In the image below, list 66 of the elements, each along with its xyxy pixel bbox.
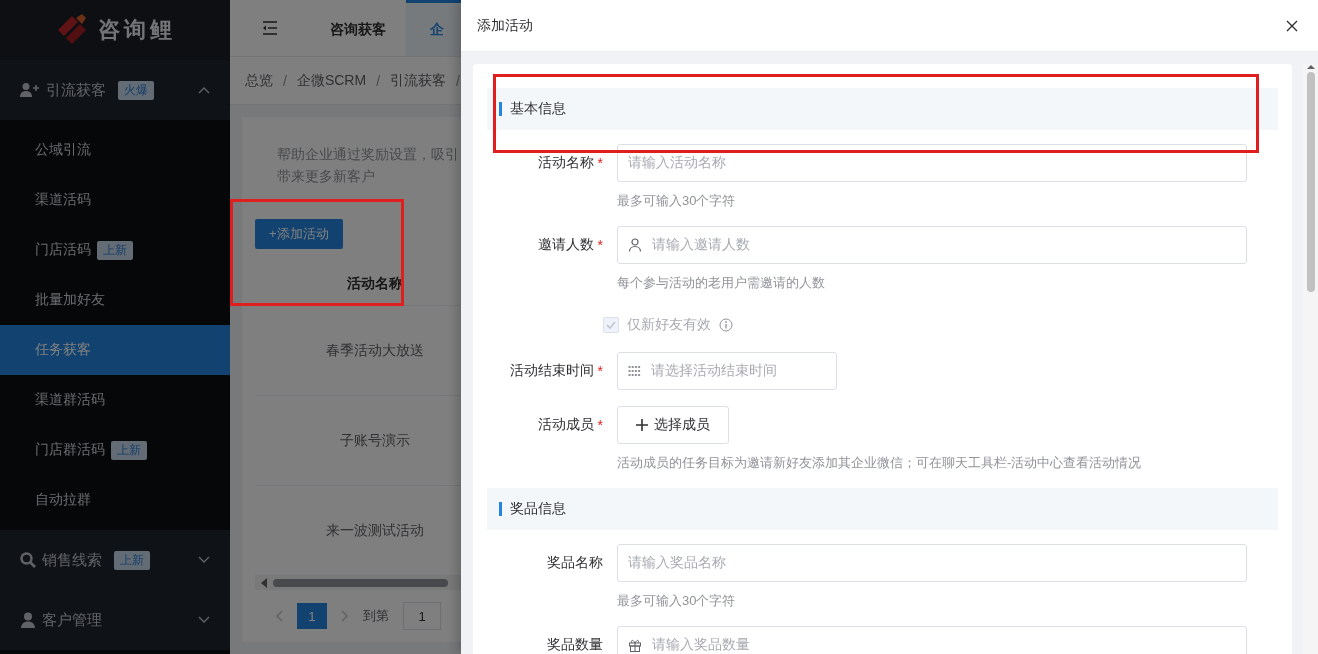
- logo-text: 咨询鲤: [98, 16, 176, 44]
- scrollbar[interactable]: [1303, 64, 1318, 654]
- field-label: 奖品数量: [547, 636, 603, 654]
- chevron-icon: [198, 616, 210, 624]
- scroll-left-icon[interactable]: [261, 578, 267, 588]
- field-label: 活动名称: [537, 154, 594, 172]
- add-activity-button[interactable]: +添加活动: [255, 219, 343, 249]
- calendar-icon: [628, 365, 641, 377]
- sidebar-item[interactable]: 公域引流: [0, 125, 230, 175]
- required-mark: *: [597, 155, 603, 171]
- input-field[interactable]: 请输入奖品名称: [617, 544, 1247, 582]
- sidebar-group[interactable]: 客户管理: [0, 590, 230, 650]
- section-header: 基本信息: [487, 88, 1278, 130]
- previous-icon[interactable]: [275, 610, 283, 622]
- user-icon: [628, 238, 642, 252]
- select-members-button[interactable]: 选择成员: [617, 406, 729, 444]
- sidebar-group[interactable]: 引流获客 火爆: [0, 60, 230, 120]
- section-header: 奖品信息: [487, 488, 1278, 530]
- menu-icon[interactable]: [262, 21, 278, 36]
- breadcrumb-item[interactable]: 企微SCRM: [296, 71, 367, 90]
- breadcrumb-separator: /: [283, 72, 287, 89]
- breadcrumb-item[interactable]: 引流获客: [390, 71, 446, 90]
- sidebar-item[interactable]: 批量加好友: [0, 275, 230, 325]
- field-label: 活动结束时间: [509, 362, 594, 380]
- checkbox-label: 仅新好友有效: [627, 316, 711, 334]
- plus-icon: [636, 419, 648, 431]
- badge: 火爆: [118, 80, 154, 100]
- page-button[interactable]: 1: [297, 603, 327, 629]
- scrollbar-thumb[interactable]: [1306, 72, 1315, 292]
- sidebar-item[interactable]: 任务获客: [0, 325, 230, 375]
- search-icon: [20, 552, 36, 568]
- field-label: 活动成员: [537, 416, 594, 434]
- chevron-icon: [198, 86, 210, 94]
- gift-icon: [628, 638, 642, 652]
- breadcrumb-separator: /: [456, 72, 460, 89]
- drawer-title: 添加活动: [477, 16, 533, 35]
- field-hint: 最多可输入30个字符: [617, 592, 737, 610]
- scrollbar-thumb[interactable]: [273, 579, 448, 587]
- input-field[interactable]: 请输入活动名称: [617, 144, 1247, 182]
- page-input[interactable]: 1: [403, 602, 441, 630]
- required-mark: *: [597, 363, 603, 379]
- nav-tab[interactable]: 企: [406, 0, 461, 57]
- scroll-up-icon[interactable]: [1306, 64, 1315, 70]
- date-picker[interactable]: 请选择活动结束时间: [617, 352, 837, 390]
- sidebar-item[interactable]: 渠道群活码: [0, 375, 230, 425]
- field-label: 邀请人数: [537, 236, 594, 254]
- check-icon: [606, 321, 616, 329]
- field-hint: 活动成员的任务目标为邀请新好友添加其企业微信；可在聊天工具栏-活动中心查看活动情况: [617, 454, 1143, 472]
- nav-tab[interactable]: 咨询获客: [310, 0, 406, 57]
- user-icon: [20, 612, 36, 628]
- required-mark: *: [597, 237, 603, 253]
- breadcrumb-item[interactable]: 总览: [245, 71, 273, 90]
- sidebar-item[interactable]: 渠道活码: [0, 175, 230, 225]
- info-icon: [719, 318, 733, 332]
- chevron-icon: [198, 556, 210, 564]
- input-field[interactable]: 请输入奖品数量: [617, 626, 1247, 654]
- breadcrumb-separator: /: [376, 72, 380, 89]
- required-mark: *: [597, 417, 603, 433]
- field-hint: 每个参与活动的老用户需邀请的人数: [617, 274, 826, 292]
- field-hint: 最多可输入30个字符: [617, 192, 737, 210]
- field-label: 奖品名称: [547, 554, 603, 572]
- input-field[interactable]: 请输入邀请人数: [617, 226, 1247, 264]
- sidebar-item[interactable]: 自动拉群: [0, 475, 230, 525]
- goto-label: 到第: [363, 607, 389, 625]
- add-user-icon: [20, 82, 40, 98]
- next-icon[interactable]: [341, 610, 349, 622]
